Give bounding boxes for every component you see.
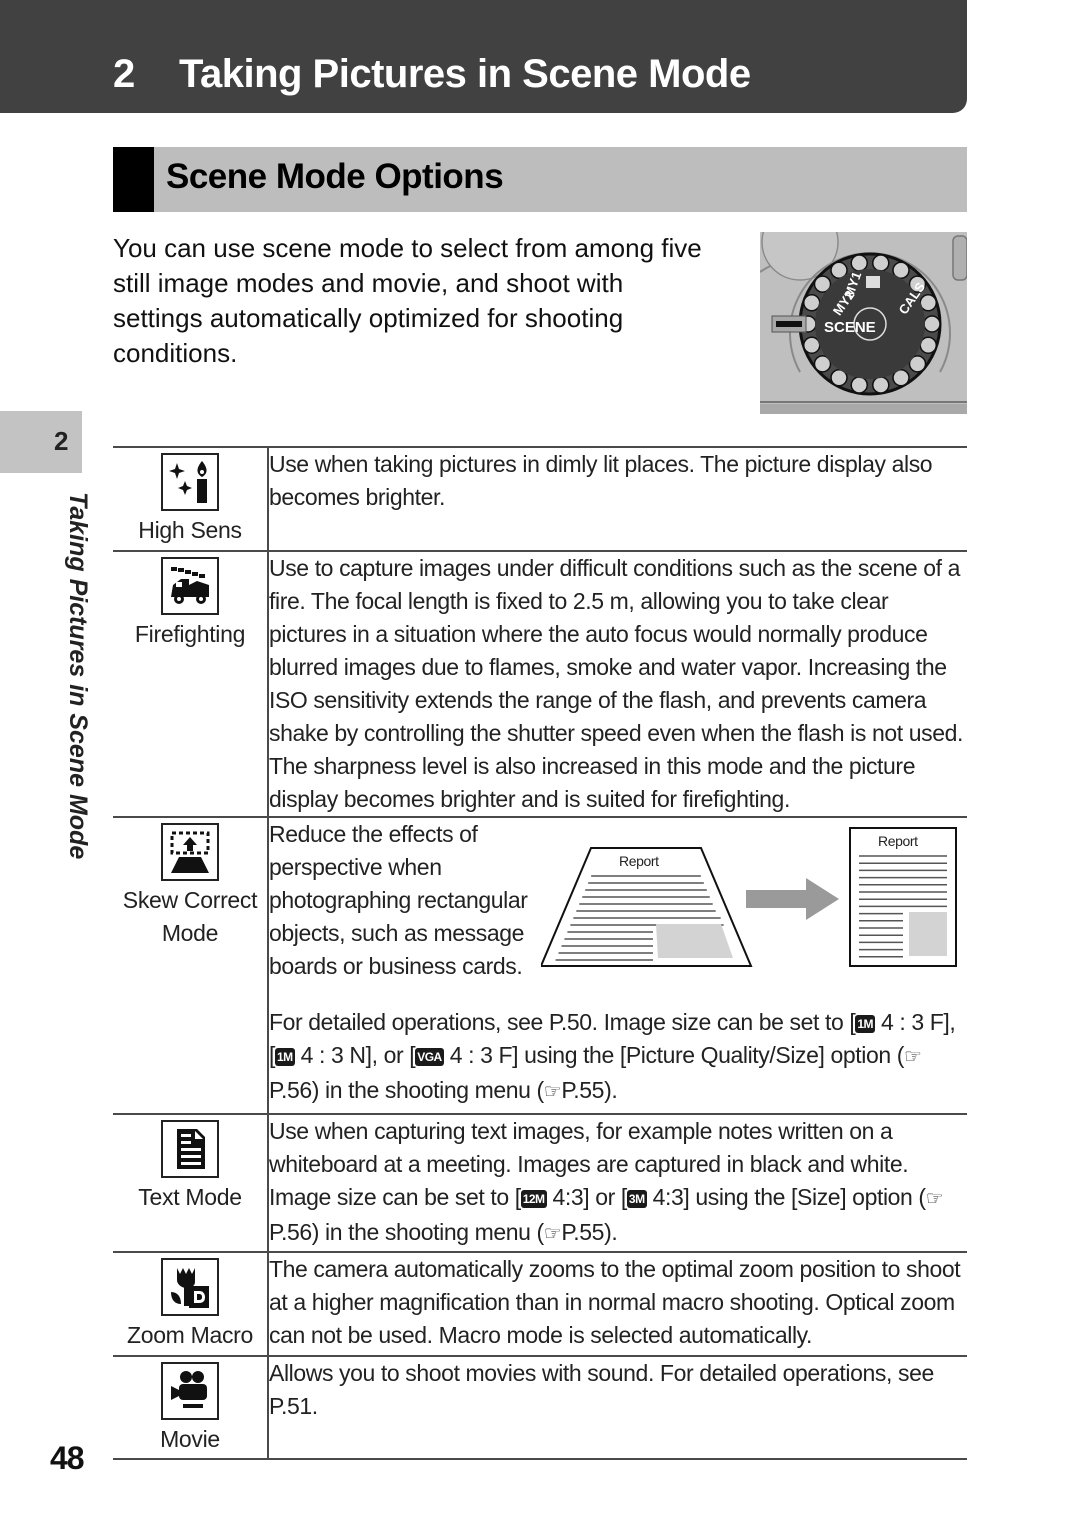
movie-icon	[161, 1362, 219, 1420]
side-chapter-label: Taking Pictures in Scene Mode	[52, 492, 92, 859]
table-row: Skew Correct Mode Reduce the effects of …	[113, 817, 967, 1114]
dial-tooth	[850, 376, 868, 394]
dial-label-scene: SCENE	[824, 319, 876, 336]
mode-label: Firefighting	[134, 621, 246, 647]
table-row: Zoom Macro The camera automatically zoom…	[113, 1252, 967, 1356]
mode-label: High Sens	[138, 517, 242, 543]
mode-label: Skew Correct Mode	[122, 887, 258, 946]
mode-dial-illustration: SCENE MY2 MY1 CALS	[760, 232, 967, 414]
after-report-label: Report	[878, 833, 918, 849]
skew-correct-icon	[161, 823, 219, 881]
before-report-label: Report	[619, 853, 659, 869]
side-tab-number: 2	[54, 426, 69, 456]
table-row: Movie Allows you to shoot movies with so…	[113, 1356, 967, 1459]
chapter-number: 2	[113, 52, 135, 96]
mode-label: Zoom Macro	[126, 1322, 254, 1348]
mode-description: Allows you to shoot movies with sound. F…	[269, 1360, 934, 1419]
chapter-side-tab	[0, 411, 82, 473]
table-row: Text Mode Use when capturing text images…	[113, 1114, 967, 1252]
mode-label: Text Mode	[138, 1184, 242, 1210]
page-ref-link[interactable]: P.56	[269, 1219, 312, 1245]
mode-cell: Movie	[113, 1356, 269, 1459]
mode-description: Use when capturing text images, for exam…	[269, 1118, 944, 1245]
scene-modes-table: High Sens Use when taking pictures in di…	[113, 446, 967, 1460]
section-bar-marker	[113, 147, 154, 212]
size-3m-icon: 3M	[626, 1190, 647, 1208]
pointing-hand-icon: ☞	[543, 1081, 562, 1103]
pointing-hand-icon: ☞	[925, 1188, 944, 1210]
skew-correction-figure: Report Report	[541, 827, 957, 967]
size-vga-icon: VGA	[415, 1048, 444, 1066]
mode-label: Movie	[160, 1426, 220, 1452]
dial-tooth	[872, 254, 890, 272]
dial-tooth	[923, 315, 941, 333]
pointing-hand-icon: ☞	[543, 1223, 562, 1245]
mode-description: The camera automatically zooms to the op…	[269, 1256, 961, 1348]
page-ref-link[interactable]: P.55	[561, 1077, 604, 1103]
page-ref-link[interactable]: P.56	[269, 1077, 312, 1103]
table-row: High Sens Use when taking pictures in di…	[113, 447, 967, 551]
mode-description: Use to capture images under difficult co…	[269, 555, 964, 812]
table-row: Firefighting Use to capture images under…	[113, 551, 967, 817]
mode-cell: Text Mode	[113, 1114, 269, 1252]
size-1m-icon: 1M	[275, 1048, 295, 1066]
page-ref-link[interactable]: P.55	[561, 1219, 604, 1245]
size-12m-icon: 12M	[520, 1190, 547, 1208]
firefighting-icon	[161, 557, 219, 615]
section-title: Scene Mode Options	[166, 157, 504, 196]
side-chapter-label-text: Taking Pictures in Scene Mode	[64, 492, 92, 860]
zoom-macro-icon	[161, 1258, 219, 1316]
page-number: 48	[50, 1440, 85, 1476]
pointing-hand-icon: ☞	[904, 1046, 922, 1068]
intro-paragraph: You can use scene mode to select from am…	[113, 233, 702, 368]
mode-cell: Zoom Macro	[113, 1252, 269, 1356]
arrow-icon	[746, 878, 839, 920]
dial-tooth	[850, 254, 868, 272]
mode-cell: Skew Correct Mode	[113, 817, 269, 1114]
text-mode-icon	[161, 1120, 219, 1178]
high-sens-icon	[161, 453, 219, 511]
mode-description: Reduce the effects of perspective when p…	[268, 817, 967, 1114]
size-1m-icon: 1M	[855, 1015, 875, 1033]
mode-cell: Firefighting	[113, 551, 269, 817]
chapter-title-text: Taking Pictures in Scene Mode	[179, 52, 751, 96]
skew-details: For detailed operations, see P.50. Image…	[269, 1009, 956, 1103]
chapter-title: 2 Taking Pictures in Scene Mode	[113, 52, 751, 97]
mode-cell: High Sens	[113, 447, 269, 551]
dial-tooth	[872, 376, 890, 394]
skew-description: Reduce the effects of perspective when p…	[269, 821, 528, 979]
mode-description: Use when taking pictures in dimly lit pl…	[269, 451, 933, 510]
